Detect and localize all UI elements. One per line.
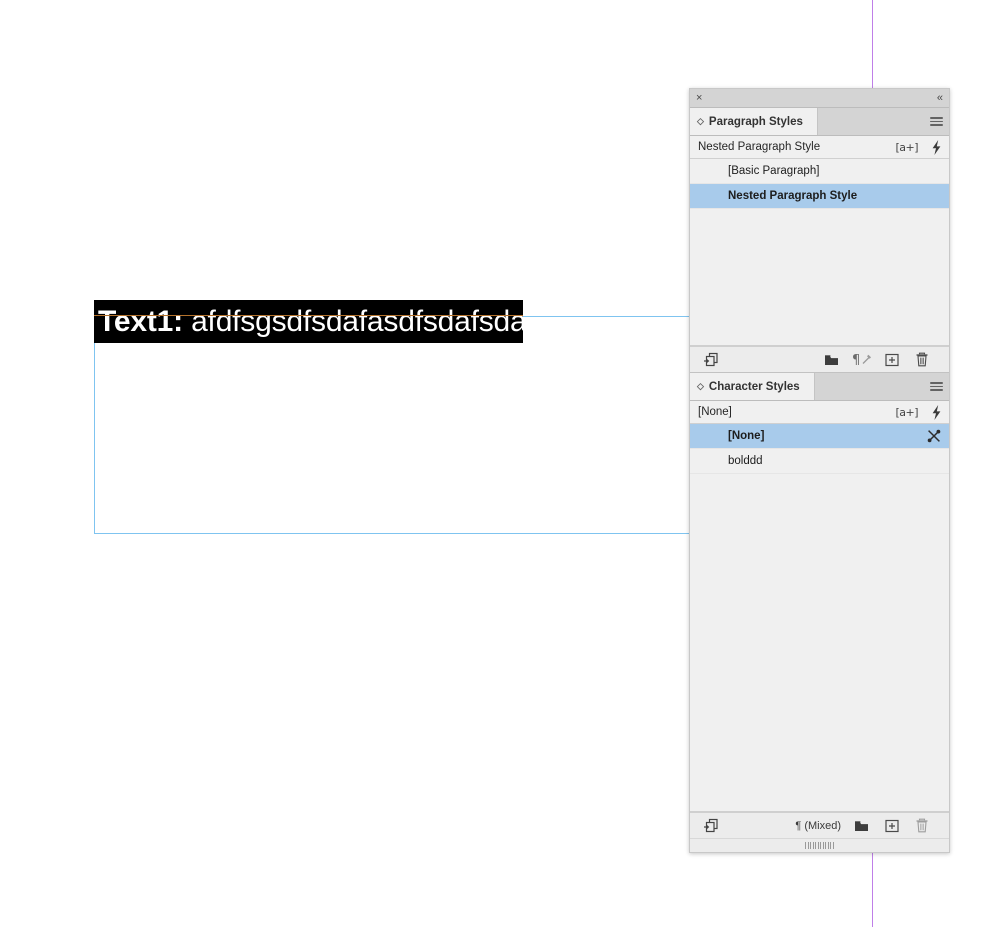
list-item[interactable]: [Basic Paragraph] xyxy=(690,159,949,184)
toggle-style-override-icon[interactable]: [a+] xyxy=(895,406,918,419)
tab-paragraph-styles-label: Paragraph Styles xyxy=(709,116,803,128)
new-style-group-icon[interactable] xyxy=(847,819,877,833)
new-style-group-icon[interactable] xyxy=(817,353,847,367)
collapse-panel-icon[interactable]: « xyxy=(937,93,943,104)
paragraph-styles-menu-button[interactable] xyxy=(923,108,949,135)
hamburger-icon xyxy=(930,115,943,128)
text-frame[interactable] xyxy=(94,316,784,534)
mixed-status: ¶ (Mixed) xyxy=(795,820,841,832)
toggle-style-override-icon[interactable]: [a+] xyxy=(895,141,918,154)
new-style-icon[interactable] xyxy=(877,819,907,833)
tab-character-styles[interactable]: ◇ Character Styles xyxy=(690,373,815,400)
list-item[interactable]: bolddd xyxy=(690,449,949,474)
tabbar-empty-space xyxy=(815,373,923,400)
text-frame-top-inset-line xyxy=(94,315,523,316)
load-styles-icon[interactable] xyxy=(696,352,726,367)
character-styles-tabrow: ◇ Character Styles xyxy=(690,373,949,401)
story-text-body: afdfsgsdfsdafasdfsdafsda xyxy=(183,305,523,338)
trash-icon[interactable] xyxy=(907,818,937,834)
styles-panel-dock[interactable]: × « ◇ Paragraph Styles Nested Paragraph … xyxy=(689,88,950,853)
pilcrow-icon: ¶ xyxy=(795,820,801,832)
vertical-guide-top[interactable] xyxy=(872,0,873,88)
character-style-name: [None] xyxy=(728,430,925,442)
tab-paragraph-styles[interactable]: ◇ Paragraph Styles xyxy=(690,108,818,135)
mixed-label-text: (Mixed) xyxy=(804,820,841,832)
load-styles-icon[interactable] xyxy=(696,818,726,833)
tabbar-empty-space xyxy=(818,108,923,135)
character-current-style-name: [None] xyxy=(698,406,895,418)
list-item[interactable]: [None] xyxy=(690,424,949,449)
paragraph-style-name: Nested Paragraph Style xyxy=(728,190,925,202)
clear-overrides-pilcrow-icon[interactable]: ¶ xyxy=(847,352,877,367)
paragraph-current-style-name: Nested Paragraph Style xyxy=(698,141,895,153)
clear-attributes-icon[interactable] xyxy=(925,429,941,443)
hamburger-icon xyxy=(930,380,943,393)
character-styles-list[interactable]: [None] bolddd xyxy=(690,424,949,812)
character-current-style-row[interactable]: [None] [a+] xyxy=(690,401,949,424)
character-styles-panel: ◇ Character Styles [None] [a+] [None] xyxy=(690,373,949,838)
tab-character-styles-label: Character Styles xyxy=(709,381,800,393)
paragraph-styles-panel: ◇ Paragraph Styles Nested Paragraph Styl… xyxy=(690,108,949,372)
story-text-label: Text1: xyxy=(98,305,183,338)
paragraph-styles-list[interactable]: [Basic Paragraph] Nested Paragraph Style xyxy=(690,159,949,346)
character-styles-menu-button[interactable] xyxy=(923,373,949,400)
close-icon[interactable]: × xyxy=(696,93,702,104)
new-style-icon[interactable] xyxy=(877,353,907,367)
tab-grip-icon: ◇ xyxy=(697,117,704,126)
text-selection-highlight[interactable]: Text1: afdfsgsdfsdafasdfsdafsda xyxy=(94,300,523,343)
dock-resize-grip[interactable] xyxy=(690,838,949,852)
paragraph-styles-footer: ¶ xyxy=(690,346,949,372)
list-item[interactable]: Nested Paragraph Style xyxy=(690,184,949,209)
dock-titlebar[interactable]: × « xyxy=(690,89,949,108)
paragraph-current-style-row[interactable]: Nested Paragraph Style [a+] xyxy=(690,136,949,159)
lightning-bolt-icon[interactable] xyxy=(930,405,943,420)
story-text: Text1: afdfsgsdfsdafasdfsdafsda xyxy=(94,300,523,343)
trash-icon[interactable] xyxy=(907,352,937,368)
character-styles-footer: ¶ (Mixed) xyxy=(690,812,949,838)
character-style-name: bolddd xyxy=(728,455,925,467)
paragraph-styles-tabrow: ◇ Paragraph Styles xyxy=(690,108,949,136)
grip-lines-icon xyxy=(805,842,834,849)
vertical-guide-bottom[interactable] xyxy=(872,853,873,927)
paragraph-style-name: [Basic Paragraph] xyxy=(728,165,925,177)
lightning-bolt-icon[interactable] xyxy=(930,140,943,155)
tab-grip-icon: ◇ xyxy=(697,382,704,391)
svg-text:¶: ¶ xyxy=(852,353,860,367)
